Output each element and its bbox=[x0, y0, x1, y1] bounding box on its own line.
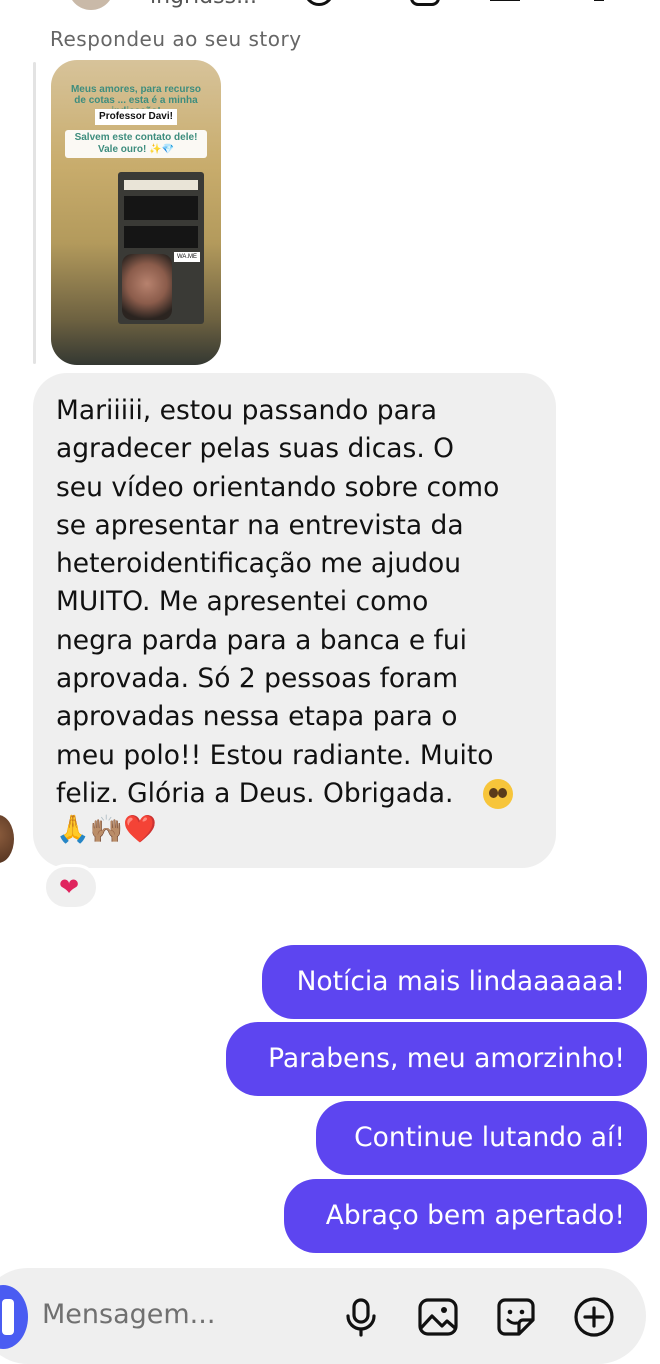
outgoing-message-text: Abraço bem apertado! bbox=[325, 1200, 625, 1231]
outgoing-message-bubble[interactable]: Abraço bem apertado! bbox=[284, 1179, 647, 1253]
embedded-header-strip bbox=[124, 180, 198, 190]
story-name-tag: Professor Davi! bbox=[99, 111, 173, 122]
embedded-text-block bbox=[124, 196, 198, 220]
call-icon[interactable] bbox=[304, 0, 334, 6]
story-reply-label: Respondeu ao seu story bbox=[50, 27, 302, 51]
microphone-icon[interactable] bbox=[340, 1296, 382, 1338]
outgoing-message-bubble[interactable]: Parabens, meu amorzinho! bbox=[226, 1022, 647, 1096]
embedded-photo bbox=[122, 254, 172, 320]
reply-indicator-bar bbox=[33, 62, 36, 364]
pleading-face-emoji bbox=[483, 779, 513, 809]
sticker-icon[interactable] bbox=[495, 1296, 537, 1338]
contact-avatar[interactable] bbox=[68, 0, 114, 10]
incoming-emoji-line: 🙏🙌🏽❤️ bbox=[56, 814, 157, 845]
image-icon[interactable] bbox=[417, 1296, 459, 1338]
story-cta: Salvem este contato dele! Vale ouro! ✨💎 bbox=[74, 132, 198, 155]
story-embedded-screenshot: WA.ME bbox=[118, 172, 204, 324]
outgoing-message-bubble[interactable]: Continue lutando aí! bbox=[316, 1101, 647, 1175]
message-input[interactable]: Mensagem... bbox=[42, 1299, 215, 1330]
outgoing-message-bubble[interactable]: Notícia mais lindaaaaaa! bbox=[262, 945, 647, 1019]
plus-icon[interactable] bbox=[573, 1296, 615, 1338]
outgoing-message-text: Continue lutando aí! bbox=[354, 1122, 625, 1153]
embedded-link-text: WA.ME bbox=[176, 254, 198, 260]
video-call-icon[interactable] bbox=[410, 0, 440, 6]
flag-icon[interactable] bbox=[594, 0, 604, 1]
heart-reaction-icon: ❤ bbox=[59, 873, 80, 901]
sender-avatar[interactable] bbox=[0, 815, 14, 863]
outgoing-message-text: Notícia mais lindaaaaaa! bbox=[296, 966, 625, 997]
outgoing-message-text: Parabens, meu amorzinho! bbox=[268, 1043, 625, 1074]
contact-name[interactable]: ingridss... bbox=[150, 0, 257, 9]
embedded-text-block bbox=[124, 226, 198, 248]
message-reaction[interactable]: ❤ bbox=[43, 864, 99, 910]
incoming-message-text: Mariiiii, estou passando para agradecer … bbox=[56, 395, 500, 809]
story-thumbnail[interactable]: Meus amores, para recurso de cotas ... e… bbox=[51, 60, 221, 365]
embedded-link-tag: WA.ME bbox=[174, 252, 200, 262]
menu-icon[interactable] bbox=[490, 0, 520, 1]
